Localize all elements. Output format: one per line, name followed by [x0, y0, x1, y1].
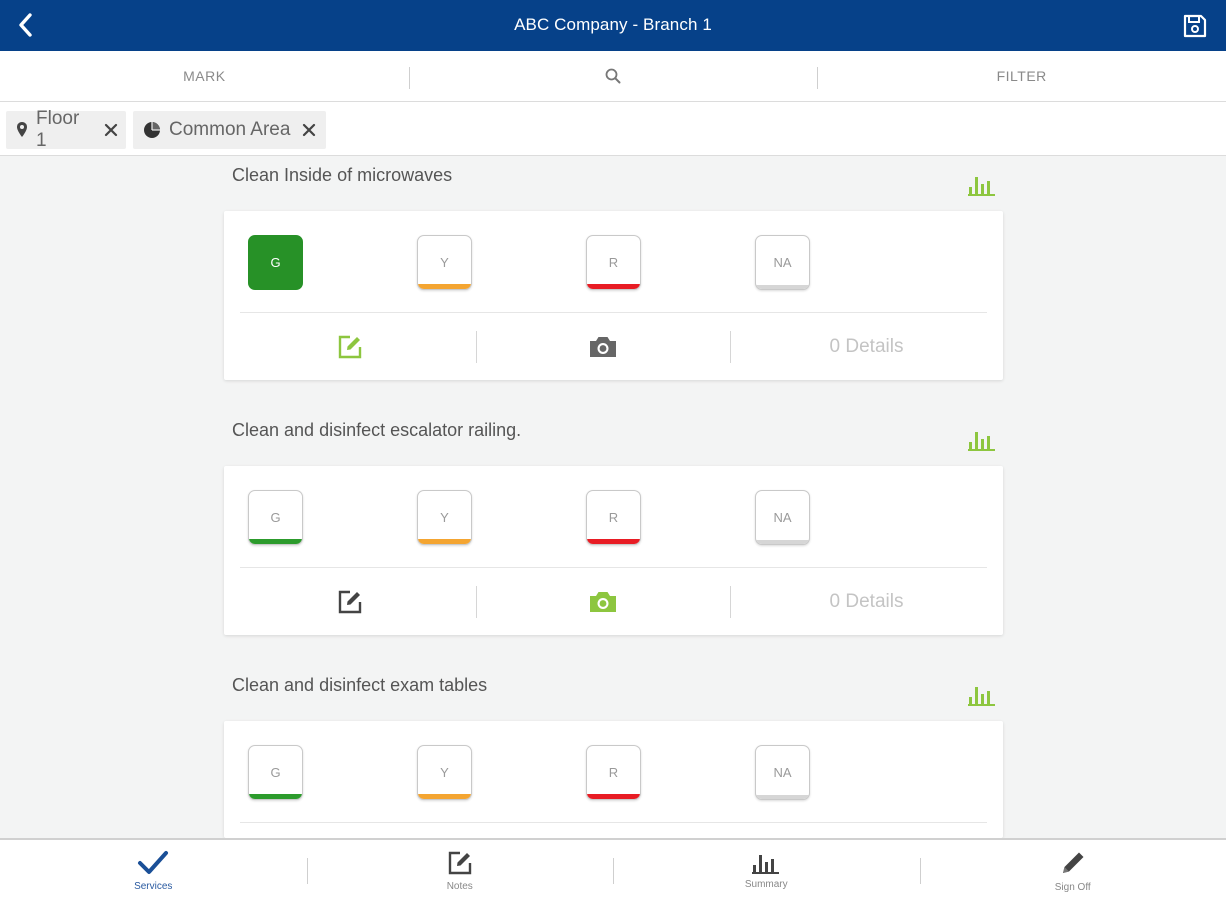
mark-r-button[interactable]: R [586, 745, 641, 800]
mark-button[interactable]: MARK [0, 51, 409, 101]
task-actions: 0 Details [224, 329, 1003, 365]
camera-button[interactable] [476, 329, 730, 365]
chip-label: Common Area [169, 119, 291, 140]
search-button[interactable] [408, 51, 818, 101]
pie-chart-icon [143, 121, 161, 139]
nav-services[interactable]: Services [0, 840, 307, 900]
close-icon[interactable] [104, 123, 118, 137]
mark-g-button[interactable]: G [248, 490, 303, 545]
mark-r-button[interactable]: R [586, 490, 641, 545]
pencil-icon [1062, 852, 1084, 873]
edit-note-icon [338, 590, 362, 614]
bar-chart-icon[interactable] [968, 429, 996, 451]
mark-na-button[interactable]: NA [755, 745, 810, 800]
location-pin-icon [16, 121, 28, 139]
mark-label: MARK [183, 68, 226, 84]
camera-icon [590, 592, 616, 612]
nav-summary[interactable]: Summary [613, 840, 920, 900]
app-header: ABC Company - Branch 1 [0, 0, 1226, 51]
close-icon[interactable] [302, 123, 316, 137]
nav-label: Summary [744, 878, 788, 890]
mark-g-button[interactable]: G [248, 235, 303, 290]
save-button[interactable] [1180, 11, 1210, 41]
bar-chart-icon[interactable] [968, 684, 996, 706]
mark-y-button[interactable]: Y [417, 235, 472, 290]
camera-icon [590, 337, 616, 357]
camera-button[interactable] [476, 584, 730, 620]
search-icon [605, 68, 621, 84]
chip-label: Floor 1 [36, 108, 80, 151]
task-card: G Y R NA [224, 721, 1003, 838]
mark-g-button[interactable]: G [248, 745, 303, 800]
bar-chart-icon[interactable] [968, 174, 996, 196]
nav-label: Services [134, 880, 173, 892]
filter-chips: Floor 1 Common Area [0, 102, 1226, 156]
task-card: G Y R NA 0 Details [224, 211, 1003, 380]
task-title: Clean Inside of microwaves [232, 165, 453, 185]
mark-y-button[interactable]: Y [417, 490, 472, 545]
bottom-nav: Services Notes Summary Sign Off [0, 838, 1226, 900]
mark-na-button[interactable]: NA [755, 235, 810, 290]
details-link[interactable]: 0 Details [730, 329, 1003, 365]
mark-y-button[interactable]: Y [417, 745, 472, 800]
filter-button[interactable]: FILTER [817, 51, 1226, 101]
task-actions: 0 Details [224, 584, 1003, 620]
chip-area[interactable]: Common Area [133, 111, 326, 149]
bar-chart-icon [752, 854, 780, 874]
mark-r-button[interactable]: R [586, 235, 641, 290]
details-link[interactable]: 0 Details [730, 584, 1003, 620]
nav-label: Notes [446, 880, 473, 892]
save-icon [1183, 14, 1207, 38]
checkmark-icon [138, 850, 169, 874]
chip-floor[interactable]: Floor 1 [6, 108, 126, 151]
edit-note-icon [448, 851, 471, 874]
nav-sign-off[interactable]: Sign Off [919, 840, 1226, 900]
divider [240, 822, 987, 823]
note-button[interactable] [224, 584, 476, 620]
task-title: Clean and disinfect exam tables [232, 675, 488, 695]
note-button[interactable] [224, 329, 476, 365]
nav-label: Sign Off [1054, 881, 1091, 893]
filter-label: FILTER [996, 68, 1047, 84]
divider [240, 567, 987, 568]
edit-note-icon [338, 335, 362, 359]
divider [240, 312, 987, 313]
mark-na-button[interactable]: NA [755, 490, 810, 545]
nav-notes[interactable]: Notes [306, 840, 614, 900]
task-card: G Y R NA 0 Details [224, 466, 1003, 635]
page-title: ABC Company - Branch 1 [514, 15, 712, 34]
toolbar: MARK FILTER [0, 51, 1226, 102]
task-title: Clean and disinfect escalator railing. [232, 420, 522, 440]
